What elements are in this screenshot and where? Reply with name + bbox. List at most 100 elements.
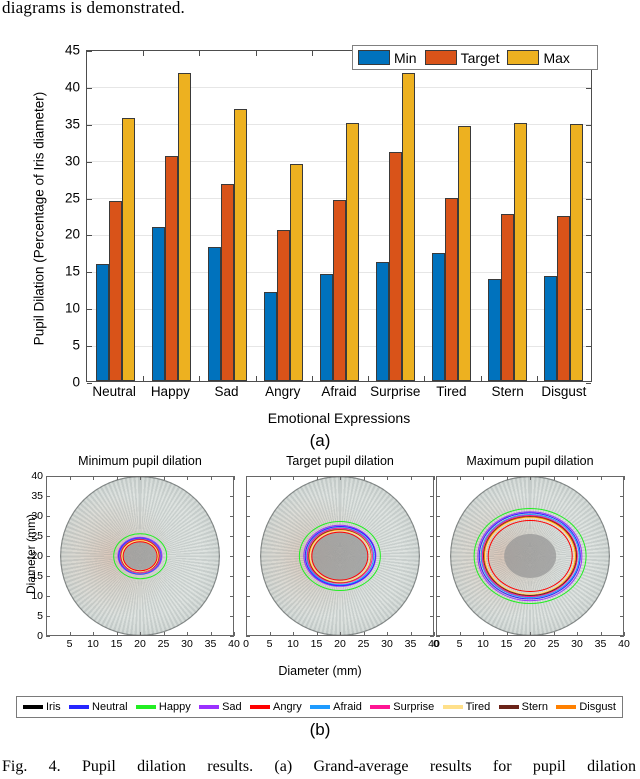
iris-x-tick-label: 25 [157,638,170,650]
body-text-above-figure: diagrams is demonstrated. [2,0,185,17]
iris-x-tick [69,632,71,636]
iris-x-tick-label: 35 [204,638,217,650]
panel-a-bar-chart: Pupil Dilation (Percentage of Iris diame… [0,18,640,450]
iris-y-tick-label: 10 [31,589,43,602]
iris-x-tick-top [600,476,602,480]
iris-y-tick-right [620,496,624,497]
iris-legend-label-stern: Stern [521,701,548,713]
iris-y-tick-label: 30 [31,509,43,522]
iris-x-tick-label: 20 [134,638,146,650]
bar-target [500,213,514,381]
iris-y-tick-right [230,536,234,537]
legend-swatch-target [424,50,457,65]
iris-x-tick-label: 25 [357,638,370,650]
iris-y-tick [436,476,440,477]
bar-max [233,108,247,381]
bar-group [87,51,143,381]
legend-swatch-max [507,50,540,65]
iris-x-tick-top [234,476,235,480]
iris-x-tick-label: 15 [500,638,513,650]
iris-legend-item-angry: Angry [250,701,302,713]
bar-max [401,72,415,381]
bar-target [164,155,178,381]
iris-x-tick-label: 15 [310,638,323,650]
iris-legend-label-surprise: Surprise [393,701,435,713]
iris-x-tick [116,632,118,636]
iris-legend-label-afraid: Afraid [333,701,362,713]
iris-y-tick-right [230,516,234,517]
iris-x-tick-top [530,476,531,480]
bar-chart-bars [87,51,591,381]
iris-legend-line-happy [135,705,156,709]
iris-y-tick-right [430,536,434,537]
bar-min [263,292,277,381]
bar-target [332,199,346,381]
iris-legend-line-iris [23,705,43,709]
iris-x-tick-label: 5 [456,638,463,650]
iris-y-tick-label: 20 [31,549,43,562]
y-tick-label: 35 [64,116,80,132]
iris-y-tick [436,616,440,617]
iris-x-tick [269,632,271,636]
y-tick-label: 25 [64,189,80,205]
iris-y-tick [246,576,250,577]
bar-chart-plot-area [86,50,592,384]
bar-min [543,275,557,381]
bar-min [207,246,221,381]
iris-x-tick-label: 35 [594,638,607,650]
iris-y-tick [246,476,250,477]
iris-y-tick [46,576,50,577]
bar-max [457,126,471,381]
iris-y-tick [246,616,250,617]
iris-y-tick-right [620,636,624,637]
iris-x-tick-top [553,476,555,480]
iris-x-tick-top [624,476,625,480]
iris-x-tick-top [163,476,165,480]
iris-legend-line-tired [442,705,463,709]
y-tick-label: 5 [72,337,80,353]
iris-x-tick-top [459,476,461,480]
iris-y-tick [246,516,250,517]
iris-x-tick-label: 5 [266,638,273,650]
iris-x-tick-label: 25 [547,638,560,650]
iris-x-tick [483,632,484,636]
iris-x-tick [410,632,412,636]
panel-b-iris-plots: Diameter (mm) Minimum pupil dilation 5 10 1… [0,446,640,779]
figure-page: diagrams is demonstrated. Pupil Dilation… [0,0,640,779]
iris-x-tick-label: 35 [404,638,417,650]
iris-x-tick-top [577,476,578,480]
iris-y-tick [246,556,250,557]
iris-y-tick-label: 5 [37,609,43,622]
iris-x-tick-top [269,476,271,480]
iris-x-tick-top [506,476,508,480]
iris-x-tick-top [363,476,365,480]
iris-x-tick-top [434,476,435,480]
bar-min [151,226,165,381]
iris-y-tick [436,596,440,597]
iris-x-tick-label: 10 [477,638,489,650]
iris-legend-label-angry: Angry [273,701,302,713]
iris-legend-item-neutral: Neutral [69,701,128,713]
iris-legend-label-happy: Happy [158,701,191,713]
iris-y-tick-right [620,576,624,577]
bar-group [255,51,311,381]
iris-y-tick-right [230,476,234,477]
iris-y-tick [246,596,250,597]
iris-x-tick [506,632,508,636]
iris-x-tick [600,632,602,636]
iris-y-tick-right [230,576,234,577]
figure-caption: Fig. 4. Pupil dilation results. (a) Gran… [2,758,636,775]
bar-group [143,51,199,381]
legend-swatch-min [358,50,390,65]
bar-chart-legend: Min Target Max [352,45,598,70]
iris-legend-item-happy: Happy [135,701,191,713]
iris-x-tick-label: 20 [334,638,346,650]
iris-x-tick [577,632,578,636]
iris-legend-item-stern: Stern [498,701,548,713]
iris-y-tick-right [620,536,624,537]
iris-x-tick [234,632,235,636]
iris-y-tick-right [430,556,434,557]
ring-angry-1 [311,531,369,581]
iris-x-tick-top [93,476,94,480]
iris-y-tick-right [620,516,624,517]
